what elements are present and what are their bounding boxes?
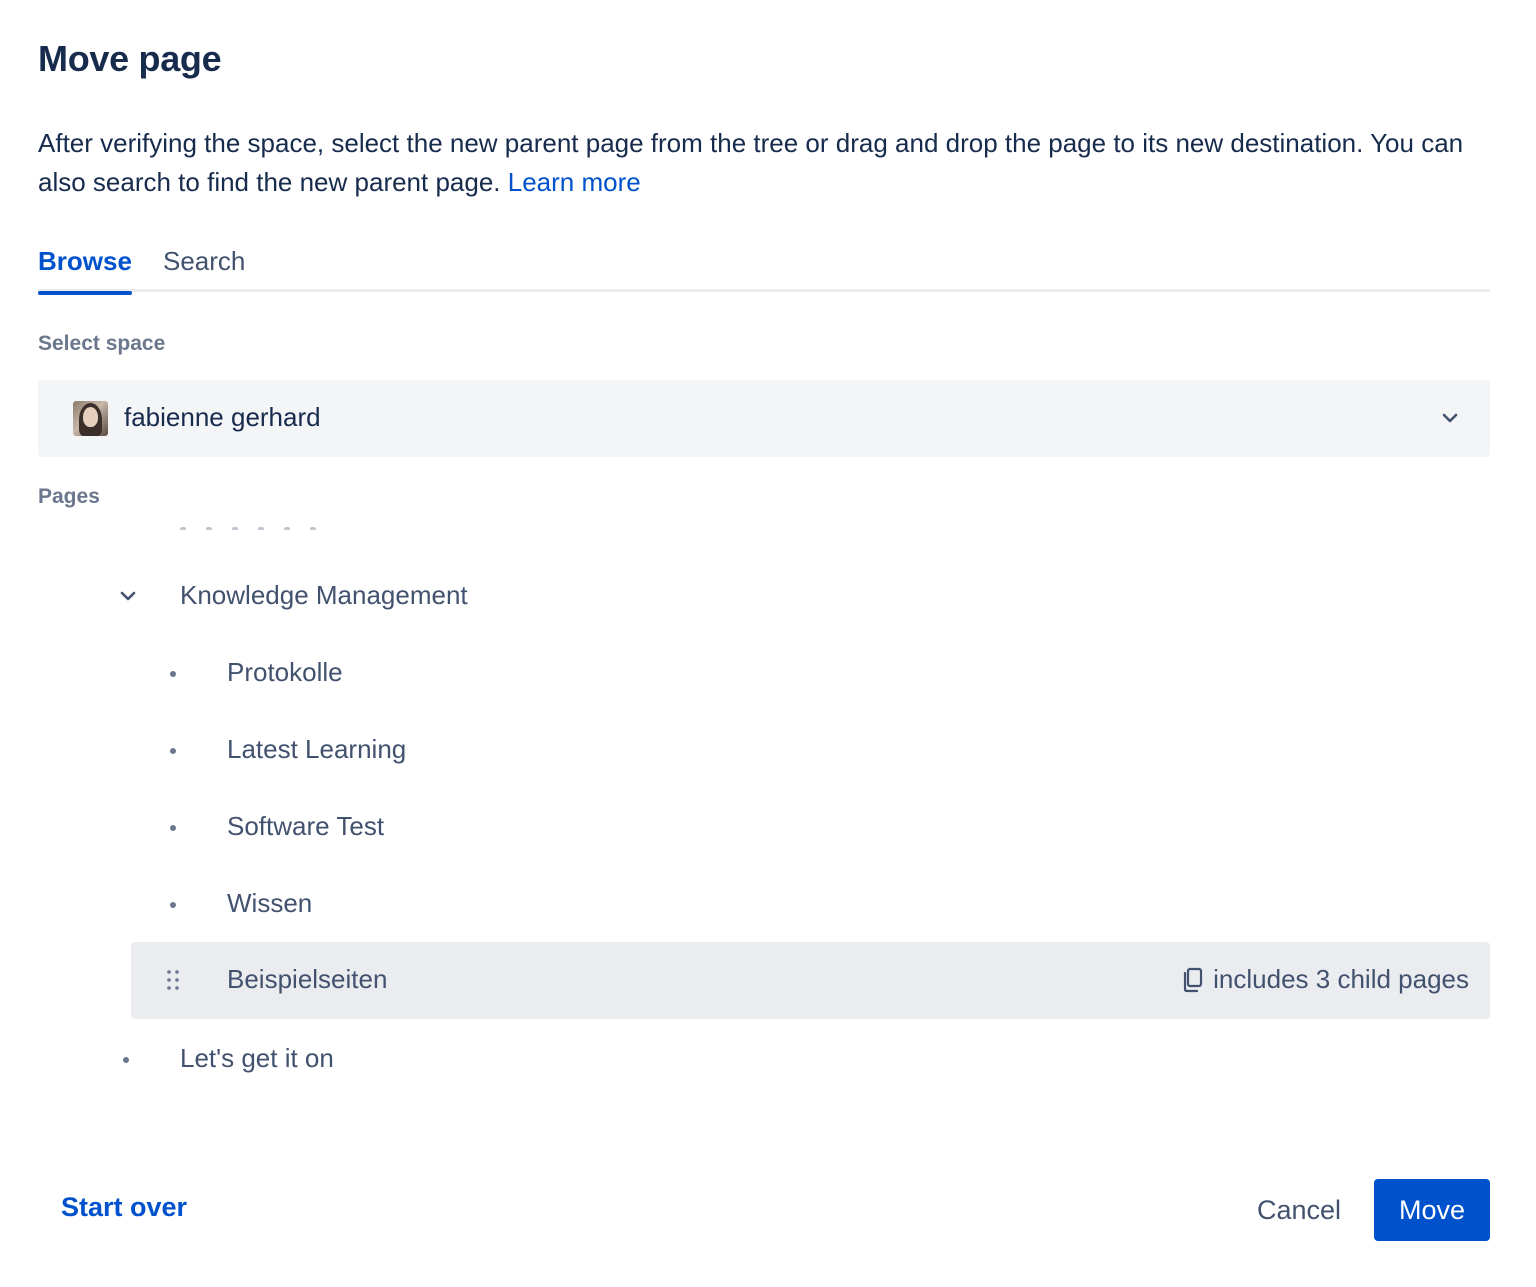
start-over-button[interactable]: Start over [61, 1192, 187, 1223]
tab-search[interactable]: Search [163, 240, 245, 292]
space-avatar [73, 401, 108, 436]
tab-bar: Browse Search [38, 240, 1490, 295]
bullet-icon [170, 902, 176, 908]
tree-item-beispielseiten[interactable]: Beispielseiten includes 3 child pages [131, 942, 1490, 1019]
bullet-icon [170, 748, 176, 754]
tree-item-lets-get-it-on[interactable]: Let's get it on [38, 1021, 1490, 1098]
bullet-icon [170, 825, 176, 831]
scrolled-page-remnant [180, 518, 360, 530]
selected-space-name: fabienne gerhard [124, 402, 321, 432]
tree-item-label: Beispielseiten [227, 964, 388, 994]
bullet-icon [170, 671, 176, 677]
tree-item-label: Latest Learning [227, 734, 407, 764]
tree-item-knowledge-management[interactable]: Knowledge Management [38, 558, 1490, 635]
drag-handle-icon[interactable] [166, 969, 180, 991]
child-pages-info: includes 3 child pages [1181, 964, 1469, 995]
bullet-icon [123, 1057, 129, 1063]
tree-item-latest-learning[interactable]: Latest Learning [131, 712, 1490, 789]
pages-copy-icon [1184, 967, 1203, 992]
chevron-down-icon[interactable] [118, 586, 138, 606]
chevron-down-icon [1442, 413, 1458, 423]
dialog-title: Move page [38, 38, 222, 79]
learn-more-link[interactable]: Learn more [508, 167, 641, 197]
tree-item-label: Wissen [227, 888, 313, 918]
tree-item-protokolle[interactable]: Protokolle [131, 635, 1490, 712]
dialog-description: After verifying the space, select the ne… [38, 124, 1508, 202]
space-select-dropdown[interactable]: fabienne gerhard [38, 380, 1490, 457]
child-pages-text: includes 3 child pages [1213, 964, 1469, 994]
pages-label: Pages [38, 485, 100, 508]
tree-item-label: Software Test [227, 811, 385, 841]
tree-item-software-test[interactable]: Software Test [131, 789, 1490, 866]
tree-item-label: Protokolle [227, 657, 343, 687]
move-page-dialog: Move page After verifying the space, sel… [0, 0, 1536, 1287]
description-text: After verifying the space, select the ne… [38, 128, 1464, 197]
cancel-button[interactable]: Cancel [1240, 1179, 1358, 1241]
tree-item-label: Let's get it on [180, 1043, 334, 1073]
tree-item-wissen[interactable]: Wissen [131, 866, 1490, 943]
select-space-label: Select space [38, 332, 166, 355]
tree-item-label: Knowledge Management [180, 580, 468, 610]
tab-browse[interactable]: Browse [38, 240, 132, 295]
move-button[interactable]: Move [1374, 1179, 1490, 1241]
